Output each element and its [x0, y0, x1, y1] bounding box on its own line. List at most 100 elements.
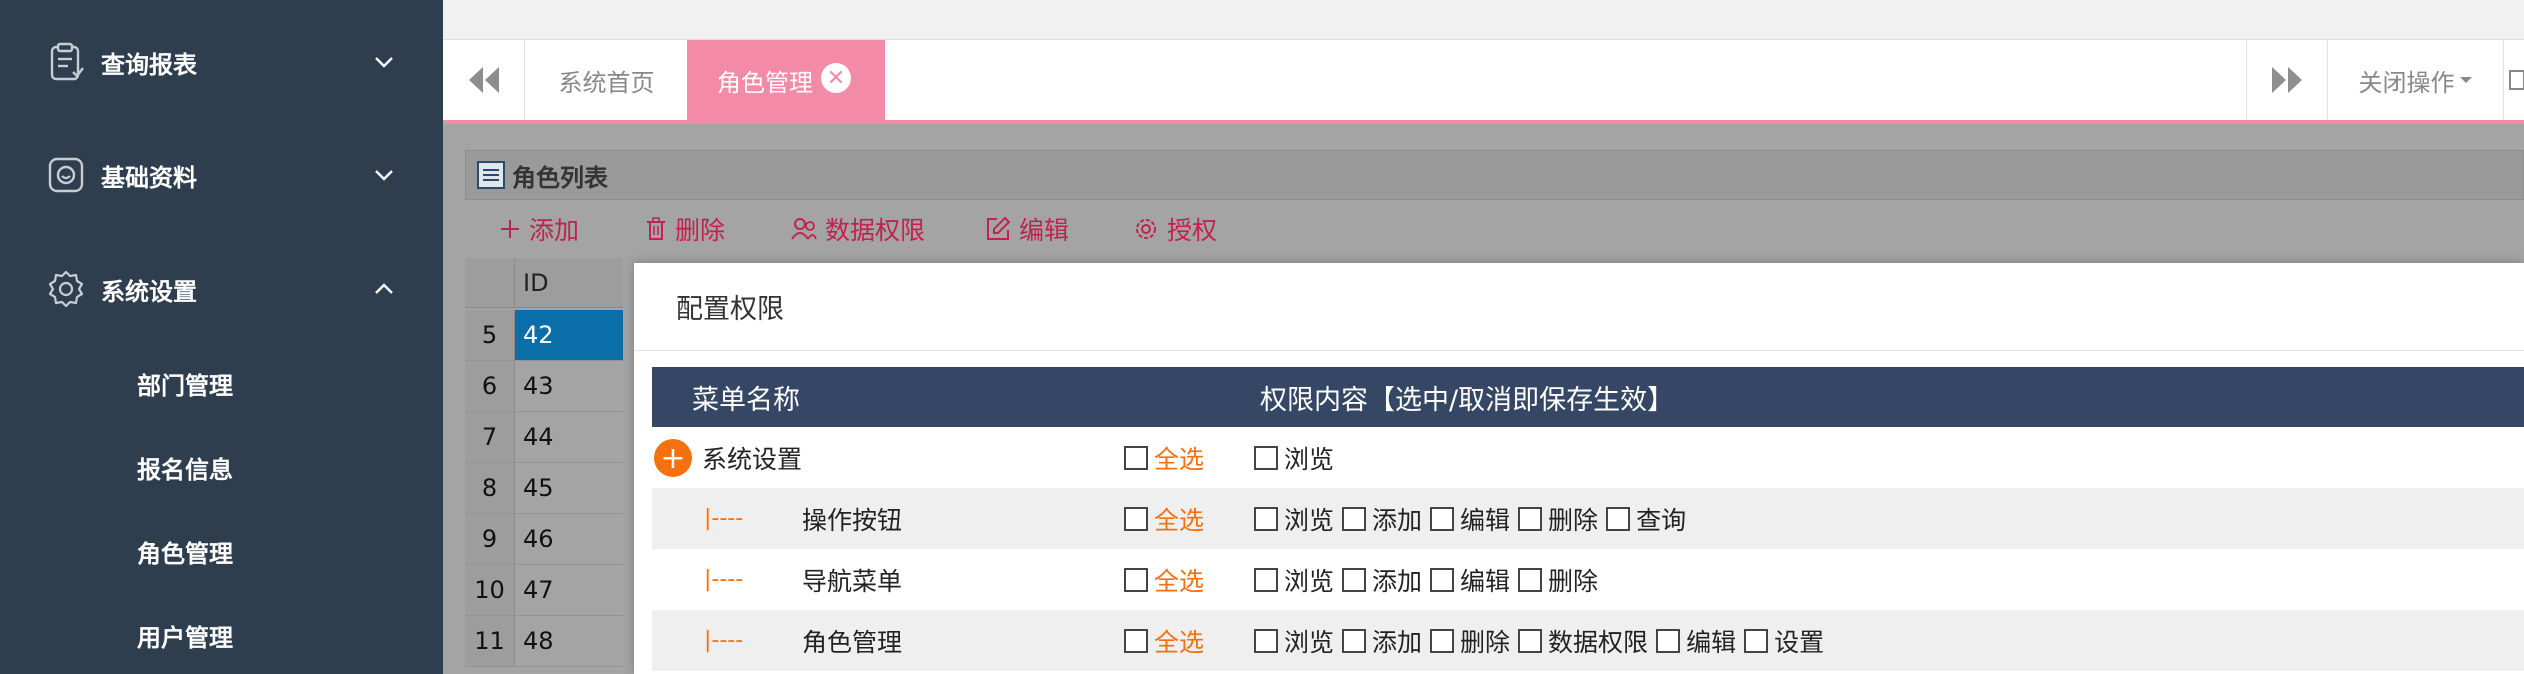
select-all-checkbox[interactable]: 全选: [1124, 427, 1204, 488]
checkbox[interactable]: [1124, 567, 1148, 592]
menu-name: 操作按钮: [802, 505, 903, 535]
perm-delete[interactable]: 删除: [1430, 623, 1510, 659]
add-button[interactable]: 添加: [499, 202, 579, 256]
select-all-label: 全选: [1154, 566, 1205, 596]
perm-browse[interactable]: 浏览: [1254, 623, 1334, 659]
sidebar-item-department[interactable]: 部门管理: [0, 355, 443, 411]
scroll-tabs-left-button[interactable]: [443, 40, 525, 120]
perm-query[interactable]: 查询: [1606, 501, 1686, 537]
panel-header: 角色列表: [465, 150, 2524, 200]
select-all-checkbox[interactable]: 全选: [1124, 610, 1204, 671]
perm-browse[interactable]: 浏览: [1254, 562, 1334, 598]
permission-list: 浏览 添加 编辑 删除: [1254, 549, 1606, 610]
checkbox[interactable]: [1656, 628, 1681, 653]
select-all-checkbox[interactable]: 全选: [1124, 549, 1204, 610]
sidebar-group-reports[interactable]: 查询报表: [0, 32, 443, 92]
permission-dialog: 配置权限 菜单名称 权限内容【选中/取消即保存生效】 + 系统设置 全选 浏览 …: [634, 263, 2524, 674]
scroll-tabs-right-button[interactable]: [2246, 40, 2328, 120]
tabs-bar: 系统首页 角色管理 ✕ 关闭操作: [443, 40, 2524, 124]
checkbox[interactable]: [1254, 628, 1278, 653]
perm-delete[interactable]: 删除: [1518, 562, 1598, 598]
data-permission-button[interactable]: 数据权限: [791, 202, 925, 256]
checkbox[interactable]: [1430, 506, 1455, 531]
checkbox[interactable]: [1124, 628, 1148, 653]
permission-list: 浏览 添加 删除 数据权限 编辑 设置: [1254, 610, 1832, 671]
perm-add[interactable]: 添加: [1342, 623, 1422, 659]
close-operations-dropdown[interactable]: 关闭操作: [2328, 40, 2504, 120]
sidebar-group-basic-data[interactable]: 基础资料: [0, 145, 443, 205]
permission-row-role-management: |---- 角色管理 全选 浏览 添加 删除 数据权限 编辑 设置: [652, 610, 2524, 671]
row-id-cell: 44: [523, 423, 554, 451]
row-number: 7: [465, 412, 515, 462]
perm-delete[interactable]: 删除: [1518, 501, 1598, 537]
grid-rownum-header: [465, 258, 515, 308]
checkbox[interactable]: [1744, 628, 1769, 653]
checkbox[interactable]: [1254, 445, 1278, 470]
caret-down-icon: [2459, 77, 2472, 83]
perm-settings[interactable]: 设置: [1744, 623, 1824, 659]
perm-browse[interactable]: 浏览: [1254, 440, 1334, 476]
perm-label: 编辑: [1460, 505, 1511, 535]
row-number: 8: [465, 463, 515, 513]
table-row[interactable]: 8 45: [465, 463, 623, 514]
select-all-checkbox[interactable]: 全选: [1124, 488, 1204, 549]
checkbox[interactable]: [1430, 567, 1455, 592]
checkbox[interactable]: [1342, 628, 1367, 653]
grid-id-header[interactable]: ID: [515, 258, 623, 308]
perm-add[interactable]: 添加: [1342, 562, 1422, 598]
checkbox[interactable]: [1254, 506, 1278, 531]
toolbar-label: 添加: [529, 216, 580, 245]
table-row[interactable]: 7 44: [465, 412, 623, 463]
trash-icon: [645, 217, 667, 241]
checkbox[interactable]: [1124, 506, 1148, 531]
checkbox[interactable]: [1518, 506, 1543, 531]
tab-home[interactable]: 系统首页: [525, 40, 689, 120]
edit-button[interactable]: 编辑: [985, 202, 1069, 256]
perm-edit[interactable]: 编辑: [1430, 501, 1510, 537]
double-right-arrow-icon: [2272, 67, 2302, 93]
table-row[interactable]: 10 47: [465, 565, 623, 616]
users-icon: [791, 217, 817, 241]
perm-edit[interactable]: 编辑: [1656, 623, 1736, 659]
perm-data-permission[interactable]: 数据权限: [1518, 623, 1648, 659]
perm-label: 浏览: [1284, 566, 1335, 596]
fullscreen-button[interactable]: [2504, 40, 2524, 120]
permission-table: 菜单名称 权限内容【选中/取消即保存生效】 + 系统设置 全选 浏览 |----…: [652, 367, 2524, 674]
sidebar-item-users[interactable]: 用户管理: [0, 607, 443, 663]
checkbox[interactable]: [1430, 628, 1455, 653]
sidebar-item-roles[interactable]: 角色管理: [0, 523, 443, 579]
delete-button[interactable]: 删除: [645, 202, 725, 256]
table-row[interactable]: 9 46: [465, 514, 623, 565]
list-icon: [477, 161, 505, 189]
checkbox[interactable]: [1124, 445, 1148, 470]
perm-edit[interactable]: 编辑: [1430, 562, 1510, 598]
sidebar-group-system-settings[interactable]: 系统设置: [0, 259, 443, 319]
checkbox[interactable]: [1342, 567, 1367, 592]
table-row[interactable]: 11 48: [465, 616, 623, 667]
tab-role-management[interactable]: 角色管理 ✕: [687, 40, 885, 120]
perm-add[interactable]: 添加: [1342, 501, 1422, 537]
basic-data-icon: [44, 153, 88, 197]
close-icon[interactable]: ✕: [821, 63, 851, 93]
checkbox[interactable]: [1342, 506, 1367, 531]
perm-label: 编辑: [1460, 566, 1511, 596]
toolbar: 添加 删除 数据权限 编辑 授权: [465, 202, 2524, 256]
tab-label: 角色管理: [717, 68, 813, 97]
perm-label: 浏览: [1284, 444, 1335, 474]
close-operations-label: 关闭操作: [2358, 68, 2455, 97]
checkbox[interactable]: [1518, 628, 1543, 653]
perm-browse[interactable]: 浏览: [1254, 501, 1334, 537]
perm-label: 删除: [1460, 627, 1511, 657]
column-header-label: ID: [523, 268, 549, 297]
chevron-up-icon: [372, 277, 396, 301]
authorize-button[interactable]: 授权: [1133, 202, 1217, 256]
checkbox[interactable]: [1606, 506, 1631, 531]
expand-plus-icon[interactable]: +: [654, 439, 692, 477]
sidebar-item-registration[interactable]: 报名信息: [0, 439, 443, 495]
table-row[interactable]: 6 43: [465, 361, 623, 412]
checkbox[interactable]: [1518, 567, 1543, 592]
checkbox[interactable]: [1254, 567, 1278, 592]
tree-indent: |----: [704, 628, 744, 653]
perm-label: 删除: [1548, 505, 1599, 535]
table-row[interactable]: 5 42: [465, 310, 623, 361]
